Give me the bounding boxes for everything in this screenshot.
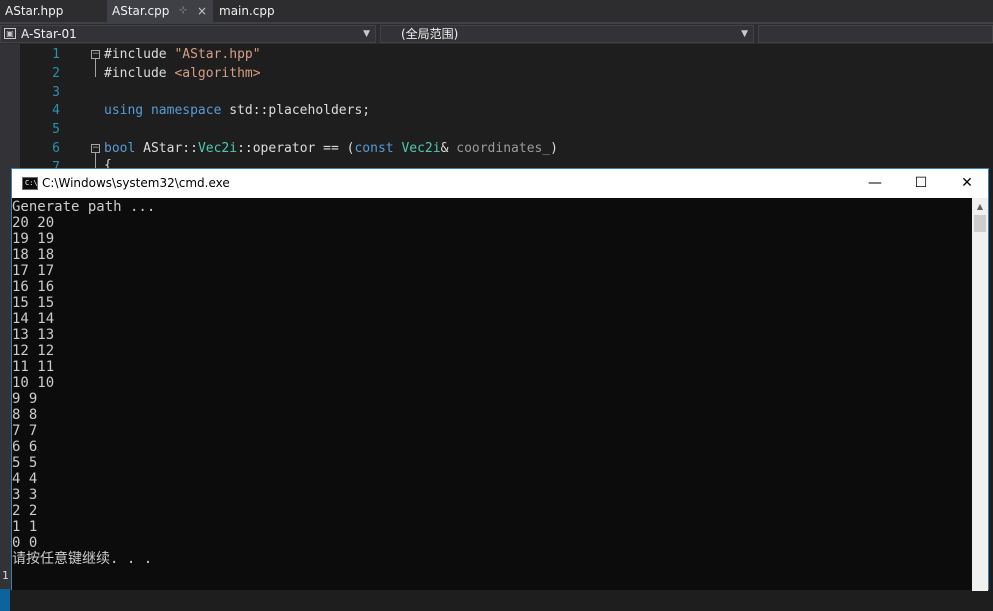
console-title-bar[interactable]: C:\ C:\Windows\system32\cmd.exe — ☐ ✕ xyxy=(12,169,988,198)
line-number: 3 xyxy=(52,85,60,100)
console-line: 19 19 xyxy=(12,231,55,247)
console-line: 5 5 xyxy=(12,455,38,471)
maximize-button[interactable]: ☐ xyxy=(898,169,944,198)
code-line: #include <algorithm> xyxy=(104,66,261,81)
scrollbar-thumb[interactable] xyxy=(974,215,986,232)
project-dropdown-value: A-Star-01 xyxy=(21,27,77,41)
console-line: 7 7 xyxy=(12,423,38,439)
console-title: C:\Windows\system32\cmd.exe xyxy=(42,176,230,190)
tab-label: main.cpp xyxy=(219,4,275,18)
console-line: 18 18 xyxy=(12,247,55,263)
line-number: 6 xyxy=(52,141,60,156)
minimize-button[interactable]: — xyxy=(852,169,898,198)
console-line: 3 3 xyxy=(12,487,38,503)
console-line: 20 20 xyxy=(12,215,55,231)
console-scrollbar[interactable]: ▲ xyxy=(972,198,988,591)
collapse-icon[interactable]: − xyxy=(91,144,100,153)
console-line: 9 9 xyxy=(12,391,38,407)
close-icon[interactable]: × xyxy=(197,0,207,22)
chevron-down-icon: ▼ xyxy=(363,29,370,39)
fold-guide xyxy=(95,59,96,77)
console-line: 10 10 xyxy=(12,375,55,391)
console-line: 8 8 xyxy=(12,407,38,423)
console-output: Generate path ... 20 20 19 19 18 18 17 17 16 … xyxy=(12,199,155,567)
collapse-icon[interactable]: − xyxy=(91,50,100,59)
code-line: bool AStar::Vec2i::operator == (const Ve… xyxy=(104,141,558,156)
left-edge-marker xyxy=(0,589,10,611)
line-number: 2 xyxy=(52,66,60,81)
console-line: 2 2 xyxy=(12,503,38,519)
project-icon: ▣ xyxy=(4,28,16,39)
tab-astar-hpp[interactable]: AStar.hpp xyxy=(0,0,105,22)
tab-astar-cpp[interactable]: AStar.cpp ⊹ × xyxy=(107,0,213,22)
code-line: #include "AStar.hpp" xyxy=(104,47,261,62)
line-number: 1 xyxy=(52,47,60,62)
project-dropdown[interactable]: ▣ A-Star-01 ▼ xyxy=(0,25,376,43)
console-line: 13 13 xyxy=(12,327,55,343)
console-window[interactable]: C:\ C:\Windows\system32\cmd.exe — ☐ ✕ Ge… xyxy=(11,168,989,591)
console-line: 17 17 xyxy=(12,263,55,279)
scope-dropdown-value: (全局范围) xyxy=(401,27,459,41)
chevron-down-icon: ▼ xyxy=(741,29,748,39)
pin-icon[interactable]: ⊹ xyxy=(179,0,187,22)
console-line: 14 14 xyxy=(12,311,55,327)
fold-guide xyxy=(95,153,96,169)
console-line: Generate path ... xyxy=(12,199,156,215)
member-dropdown[interactable] xyxy=(758,25,993,43)
tab-label: AStar.hpp xyxy=(5,4,64,18)
tab-main-cpp[interactable]: main.cpp xyxy=(214,0,294,22)
navigation-bar: ▣ A-Star-01 ▼ (全局范围) ▼ xyxy=(0,24,993,44)
console-line: 请按任意键继续. . . xyxy=(12,551,153,567)
line-number: 4 xyxy=(52,103,60,118)
scroll-up-arrow-icon[interactable]: ▲ xyxy=(972,198,988,215)
tab-label: AStar.cpp xyxy=(112,4,170,18)
console-app-icon: C:\ xyxy=(22,177,38,190)
console-line: 1 1 xyxy=(12,519,38,535)
console-line: 12 12 xyxy=(12,343,55,359)
document-tab-strip: AStar.hpp AStar.cpp ⊹ × main.cpp xyxy=(0,0,993,22)
close-button[interactable]: ✕ xyxy=(944,169,990,198)
console-output-area[interactable]: Generate path ... 20 20 19 19 18 18 17 17 16 … xyxy=(12,198,972,590)
left-edge-line-number: 1 xyxy=(2,569,9,582)
console-line: 4 4 xyxy=(12,471,38,487)
line-number: 5 xyxy=(52,122,60,137)
scope-dropdown[interactable]: (全局范围) ▼ xyxy=(380,25,754,43)
console-line: 15 15 xyxy=(12,295,55,311)
console-line: 0 0 xyxy=(12,535,38,551)
console-line: 11 11 xyxy=(12,359,55,375)
console-line: 16 16 xyxy=(12,279,55,295)
code-line: using namespace std::placeholders; xyxy=(104,103,371,118)
console-line: 6 6 xyxy=(12,439,38,455)
